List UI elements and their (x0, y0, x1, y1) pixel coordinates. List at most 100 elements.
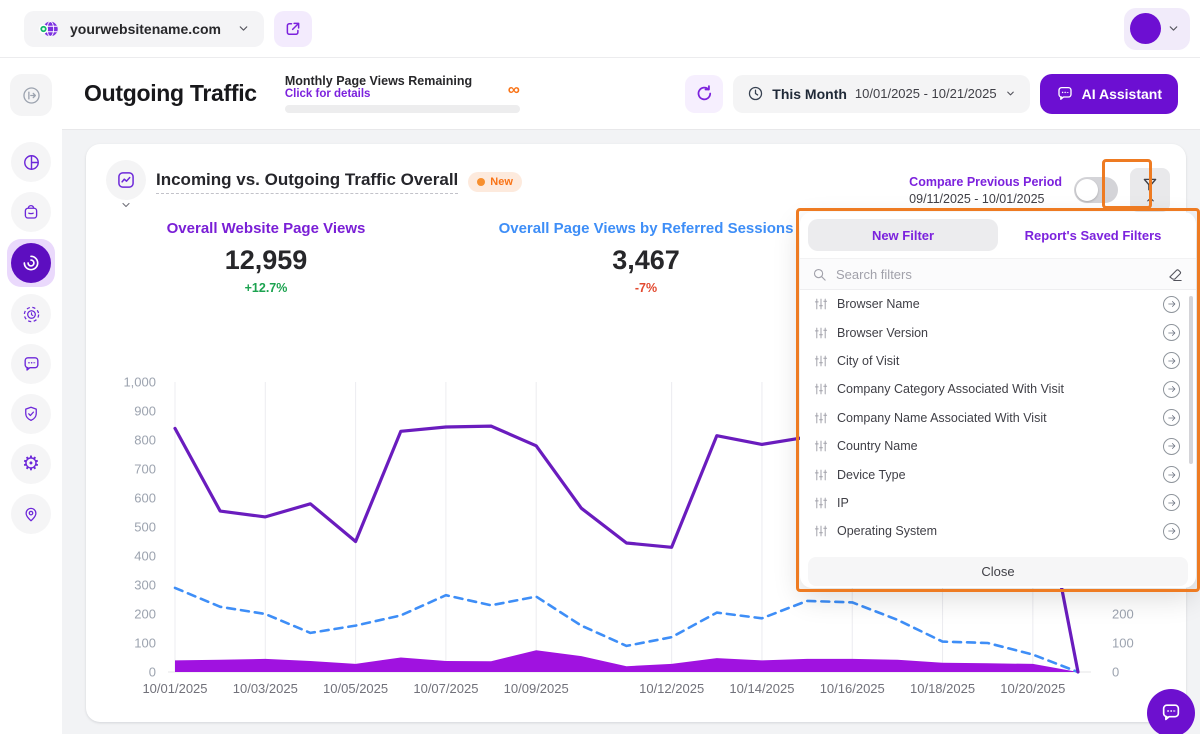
svg-text:0: 0 (1112, 665, 1119, 680)
sidebar-item-chat[interactable] (11, 344, 51, 384)
sidebar-item-dashboard[interactable] (11, 142, 51, 182)
toggle-knob (1076, 179, 1098, 201)
card-title-row: Incoming vs. Outgoing Traffic Overall Ne… (156, 170, 522, 194)
refresh-icon (695, 84, 714, 103)
arrow-right-circle-icon[interactable] (1163, 381, 1180, 398)
period-label: This Month (772, 86, 847, 102)
svg-text:1,000: 1,000 (123, 375, 156, 390)
compare-toggle[interactable] (1074, 177, 1118, 203)
sidebar-item-traffic-active[interactable] (7, 239, 55, 287)
shopping-bag-icon (22, 203, 40, 221)
scrollbar-thumb[interactable] (1189, 296, 1193, 464)
filter-item[interactable]: Country Name (800, 432, 1196, 460)
topbar: yourwebsitename.com (0, 0, 1200, 58)
period-range: 10/01/2025 - 10/21/2025 (855, 86, 997, 101)
account-menu[interactable] (1124, 8, 1190, 50)
svg-text:600: 600 (134, 491, 156, 506)
arrow-right-circle-icon[interactable] (1163, 494, 1180, 511)
sidebar-item-store[interactable] (11, 192, 51, 232)
arrow-right-circle-icon[interactable] (1163, 438, 1180, 455)
arrow-right-circle-icon[interactable] (1163, 466, 1180, 483)
card-header: Incoming vs. Outgoing Traffic Overall Ne… (106, 160, 1170, 212)
sliders-icon (814, 468, 828, 482)
svg-text:300: 300 (134, 578, 156, 593)
avatar (1130, 13, 1161, 44)
stat-referred-page-views: Overall Page Views by Referred Sessions … (466, 220, 826, 295)
svg-text:200: 200 (134, 607, 156, 622)
sidebar-item-sessions[interactable] (11, 294, 51, 334)
svg-text:10/18/2025: 10/18/2025 (910, 681, 975, 696)
compare-text-block: Compare Previous Period 09/11/2025 - 10/… (909, 175, 1062, 206)
svg-text:10/20/2025: 10/20/2025 (1000, 681, 1065, 696)
svg-text:400: 400 (134, 549, 156, 564)
filter-search-row (800, 258, 1196, 290)
svg-text:10/07/2025: 10/07/2025 (413, 681, 478, 696)
svg-text:10/03/2025: 10/03/2025 (233, 681, 298, 696)
clock-icon (747, 85, 764, 102)
chevron-down-icon (1005, 88, 1016, 99)
card-title[interactable]: Incoming vs. Outgoing Traffic Overall (156, 170, 458, 194)
new-badge-dot (477, 178, 485, 186)
sidebar-collapse-button[interactable] (10, 74, 52, 116)
date-range-picker[interactable]: This Month 10/01/2025 - 10/21/2025 (733, 75, 1029, 113)
line-chart-icon (116, 170, 136, 190)
eraser-icon[interactable] (1167, 266, 1184, 283)
sidebar-item-locations[interactable] (11, 494, 51, 534)
arrow-right-circle-icon[interactable] (1163, 409, 1180, 426)
filter-item[interactable]: Company Category Associated With Visit (800, 375, 1196, 403)
svg-text:900: 900 (134, 404, 156, 419)
sidebar-collapse-icon (21, 85, 42, 106)
shield-check-icon (22, 405, 40, 423)
arrow-right-circle-icon[interactable] (1163, 523, 1180, 540)
refresh-button[interactable] (685, 75, 723, 113)
ai-assistant-button[interactable]: AI Assistant (1040, 74, 1178, 114)
gear-icon: ⚙ (22, 454, 40, 474)
sliders-icon (814, 297, 828, 311)
filter-item[interactable]: Company Name Associated With Visit (800, 404, 1196, 432)
header-actions: This Month 10/01/2025 - 10/21/2025 AI As… (685, 74, 1178, 114)
sidebar-item-security[interactable] (11, 394, 51, 434)
search-filters-input[interactable] (836, 267, 1158, 282)
filter-item[interactable]: Browser Name (800, 290, 1196, 318)
external-link-icon (284, 20, 302, 38)
globe-icon (38, 18, 60, 40)
chevron-up-icon (1145, 194, 1156, 205)
svg-text:100: 100 (134, 636, 156, 651)
compare-previous-period-label[interactable]: Compare Previous Period (909, 175, 1062, 189)
support-chat-fab[interactable] (1147, 689, 1195, 734)
filter-item[interactable]: Operating System (800, 517, 1196, 545)
close-button[interactable]: Close (808, 557, 1188, 586)
pie-chart-icon (22, 153, 41, 172)
tab-saved-filters[interactable]: Report's Saved Filters (998, 219, 1188, 251)
tab-new-filter[interactable]: New Filter (808, 219, 998, 251)
chart-type-selector[interactable] (106, 160, 146, 211)
website-selector[interactable]: yourwebsitename.com (24, 11, 264, 47)
filter-item[interactable]: City of Visit (800, 347, 1196, 375)
filter-item[interactable]: IP (800, 489, 1196, 517)
arrow-right-circle-icon[interactable] (1163, 352, 1180, 369)
chevron-down-icon (237, 22, 250, 35)
arrow-right-circle-icon[interactable] (1163, 296, 1180, 313)
arrow-right-circle-icon[interactable] (1163, 324, 1180, 341)
svg-text:10/14/2025: 10/14/2025 (729, 681, 794, 696)
sidebar-item-settings[interactable]: ⚙ (11, 444, 51, 484)
chat-bubble-icon (22, 355, 41, 374)
page-header: Outgoing Traffic Monthly Page Views Rema… (62, 58, 1200, 130)
chart-type-circle (106, 160, 146, 200)
filter-button[interactable] (1130, 168, 1170, 212)
chat-bubble-icon (1160, 702, 1182, 724)
sessions-timer-icon (22, 305, 41, 324)
filter-item[interactable]: Browser Version (800, 318, 1196, 346)
svg-text:700: 700 (134, 462, 156, 477)
quota-details-link[interactable]: Click for details (285, 88, 520, 100)
filter-item[interactable]: Device Type (800, 460, 1196, 488)
funnel-icon (1141, 176, 1159, 194)
open-website-button[interactable] (274, 11, 312, 47)
filter-item-label: Device Type (837, 468, 1154, 482)
chevron-down-icon (1167, 22, 1180, 35)
sidebar: ⚙ (0, 58, 62, 734)
stat-value: 3,467 (466, 245, 826, 276)
filter-item-label: IP (837, 496, 1154, 510)
chevron-down-icon (120, 199, 132, 211)
sliders-icon (814, 411, 828, 425)
